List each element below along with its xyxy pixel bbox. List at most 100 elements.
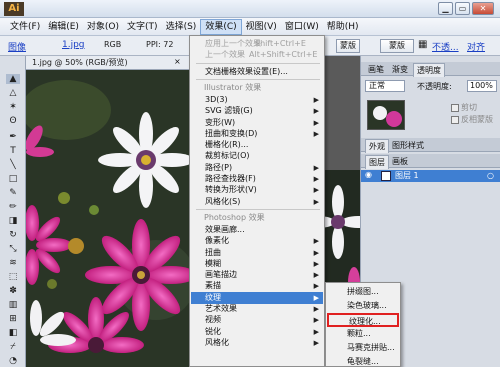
menu-view[interactable]: 视图(V) bbox=[242, 19, 281, 35]
restore-button[interactable]: ▭ bbox=[455, 2, 470, 15]
warp-tool-icon[interactable]: ≋ bbox=[6, 258, 20, 268]
tab-transparency[interactable]: 透明度 bbox=[413, 63, 445, 77]
type-tool-icon[interactable]: T bbox=[6, 146, 20, 156]
menu-edit[interactable]: 编辑(E) bbox=[44, 19, 83, 35]
menu-effect[interactable]: 效果(C) bbox=[200, 18, 242, 35]
mask-button[interactable]: 蒙版 bbox=[336, 39, 360, 53]
effect-menu-item-label: 应用上一个效果 bbox=[205, 39, 261, 48]
effect-menu-item: 上一个效果 Alt+Shift+Ctrl+E bbox=[191, 49, 323, 61]
eyedropper-tool-icon[interactable]: ⌿ bbox=[6, 342, 20, 352]
minimize-button[interactable]: ▁ bbox=[438, 2, 453, 15]
clip-checkbox[interactable] bbox=[451, 104, 459, 112]
blend-mode-select[interactable]: 正常 bbox=[365, 80, 405, 92]
menu-object[interactable]: 对象(O) bbox=[83, 19, 123, 35]
effect-menu-item[interactable]: SVG 滤镜(G) ▶ bbox=[191, 105, 323, 117]
grid-icon[interactable]: ▦ bbox=[418, 39, 427, 50]
visibility-eye-icon[interactable]: ◉ bbox=[365, 170, 372, 179]
symbol-sprayer-tool-icon[interactable]: ✽ bbox=[6, 286, 20, 296]
app-logo: Ai bbox=[4, 2, 24, 16]
opacity-input[interactable]: 100% bbox=[467, 80, 497, 92]
effect-menu-item[interactable]: 转换为形状(V) ▶ bbox=[191, 184, 323, 196]
blend-tool-icon[interactable]: ◔ bbox=[6, 356, 20, 366]
menu-select[interactable]: 选择(S) bbox=[162, 19, 201, 35]
align-link[interactable]: 对齐 bbox=[467, 40, 485, 53]
effect-menu-item[interactable]: 风格化 ▶ bbox=[191, 337, 323, 349]
effect-menu-item[interactable]: 艺术效果 ▶ bbox=[191, 303, 323, 315]
submenu-arrow-icon: ▶ bbox=[313, 175, 319, 183]
effect-menu-item[interactable]: 3D(3) ▶ bbox=[191, 94, 323, 106]
effect-menu-item[interactable]: 裁剪标记(O) bbox=[191, 150, 323, 162]
color-mode: RGB bbox=[104, 40, 122, 49]
graph-tool-icon[interactable]: ▥ bbox=[6, 300, 20, 310]
image-link[interactable]: 图像 bbox=[8, 40, 26, 53]
texture-submenu-item[interactable]: 拼缀图... bbox=[327, 285, 399, 299]
filename-link[interactable]: 1.jpg bbox=[62, 40, 85, 50]
eraser-tool-icon[interactable]: ◨ bbox=[6, 216, 20, 226]
pencil-tool-icon[interactable]: ✏ bbox=[6, 202, 20, 212]
mesh-tool-icon[interactable]: ⊞ bbox=[6, 314, 20, 324]
paintbrush-tool-icon[interactable]: ✎ bbox=[6, 188, 20, 198]
effect-menu-item-label: 风格化 bbox=[205, 337, 229, 347]
menu-help[interactable]: 帮助(H) bbox=[323, 19, 363, 35]
rectangle-tool-icon[interactable]: □ bbox=[6, 174, 20, 184]
layer-row[interactable]: ◉ 图层 1 ○ bbox=[361, 170, 500, 182]
layer-name[interactable]: 图层 1 bbox=[395, 170, 419, 182]
effect-menu-item-label: 转换为形状(V) bbox=[205, 185, 257, 195]
layer-target-icon[interactable]: ○ bbox=[487, 170, 494, 182]
line-tool-icon[interactable]: ╲ bbox=[6, 160, 20, 170]
tab-artboards[interactable]: 画板 bbox=[389, 155, 411, 168]
shortcut-label: Shift+Ctrl+E bbox=[255, 39, 306, 48]
effect-menu-item[interactable]: 变形(W) ▶ bbox=[191, 117, 323, 129]
submenu-arrow-icon: ▶ bbox=[313, 338, 319, 347]
effect-menu-item-label: 变形(W) bbox=[205, 117, 236, 127]
effect-menu-item[interactable]: 路径(P) ▶ bbox=[191, 162, 323, 174]
texture-submenu-item[interactable]: 马赛克拼贴... bbox=[327, 341, 399, 355]
texture-submenu-item[interactable]: 龟裂缝... bbox=[327, 355, 399, 367]
mask-button-2[interactable]: 蒙版 bbox=[380, 39, 414, 53]
texture-submenu-item[interactable]: 纹理化... bbox=[327, 313, 399, 327]
tab-layers[interactable]: 图层 bbox=[365, 155, 389, 169]
effect-menu-item[interactable]: 风格化(S) ▶ bbox=[191, 196, 323, 208]
tab-graphic-styles[interactable]: 图形样式 bbox=[389, 139, 427, 152]
effect-menu-item[interactable]: 纹理 ▶ bbox=[191, 291, 323, 304]
document-tab[interactable]: 1.jpg @ 50% (RGB/预览) × bbox=[26, 56, 189, 70]
texture-submenu-item[interactable]: 颗粒... bbox=[327, 327, 399, 341]
effect-menu-item[interactable]: 锐化 ▶ bbox=[191, 326, 323, 338]
scale-tool-icon[interactable]: ⤡ bbox=[6, 244, 20, 254]
gradient-tool-icon[interactable]: ◧ bbox=[6, 328, 20, 338]
effect-menu-item[interactable]: 视频 ▶ bbox=[191, 314, 323, 326]
effect-menu-item[interactable]: 路径查找器(F) ▶ bbox=[191, 173, 323, 185]
clip-label: 剪切 bbox=[461, 103, 477, 112]
effect-menu-item[interactable]: 栅格化(R)... bbox=[191, 139, 323, 151]
effect-menu-item-label: 纹理 bbox=[205, 292, 221, 302]
menu-window[interactable]: 窗口(W) bbox=[281, 19, 323, 35]
direct-selection-tool-icon[interactable]: △ bbox=[6, 88, 20, 98]
effect-menu-item[interactable]: 扭曲 ▶ bbox=[191, 247, 323, 259]
effect-menu-item[interactable]: 像素化 ▶ bbox=[191, 235, 323, 247]
close-button[interactable]: ✕ bbox=[472, 2, 494, 15]
effect-menu-item[interactable]: 文档栅格效果设置(E)... bbox=[191, 66, 323, 78]
invert-mask-checkbox[interactable] bbox=[451, 116, 459, 124]
effect-menu-item[interactable]: 模糊 ▶ bbox=[191, 258, 323, 270]
effect-menu-item[interactable]: 素描 ▶ bbox=[191, 280, 323, 292]
rotate-tool-icon[interactable]: ↻ bbox=[6, 230, 20, 240]
menu-type[interactable]: 文字(T) bbox=[123, 19, 162, 35]
free-transform-tool-icon[interactable]: ⬚ bbox=[6, 272, 20, 282]
submenu-arrow-icon: ▶ bbox=[313, 271, 319, 280]
magic-wand-tool-icon[interactable]: ✶ bbox=[6, 102, 20, 112]
pen-tool-icon[interactable]: ✒ bbox=[6, 132, 20, 142]
texture-submenu-item[interactable]: 染色玻璃... bbox=[327, 299, 399, 313]
document-close-icon[interactable]: × bbox=[174, 57, 181, 66]
lasso-tool-icon[interactable]: ʘ bbox=[6, 116, 20, 126]
effect-menu-item[interactable]: 扭曲和变换(D) ▶ bbox=[191, 128, 323, 140]
tab-appearance[interactable]: 外观 bbox=[365, 139, 389, 153]
effect-menu-item[interactable]: 画笔描边 ▶ bbox=[191, 269, 323, 281]
tab-gradient[interactable]: 渐变 bbox=[389, 63, 411, 76]
tab-brush[interactable]: 画笔 bbox=[365, 63, 387, 76]
selection-tool-icon[interactable]: ▲ bbox=[6, 74, 20, 84]
effect-menu-item[interactable]: 效果画廊... bbox=[191, 224, 323, 236]
submenu-arrow-icon: ▶ bbox=[313, 107, 319, 116]
menu-file[interactable]: 文件(F) bbox=[6, 19, 44, 35]
document-canvas[interactable] bbox=[26, 70, 189, 367]
no-transparency-link[interactable]: 不透... bbox=[432, 40, 459, 53]
